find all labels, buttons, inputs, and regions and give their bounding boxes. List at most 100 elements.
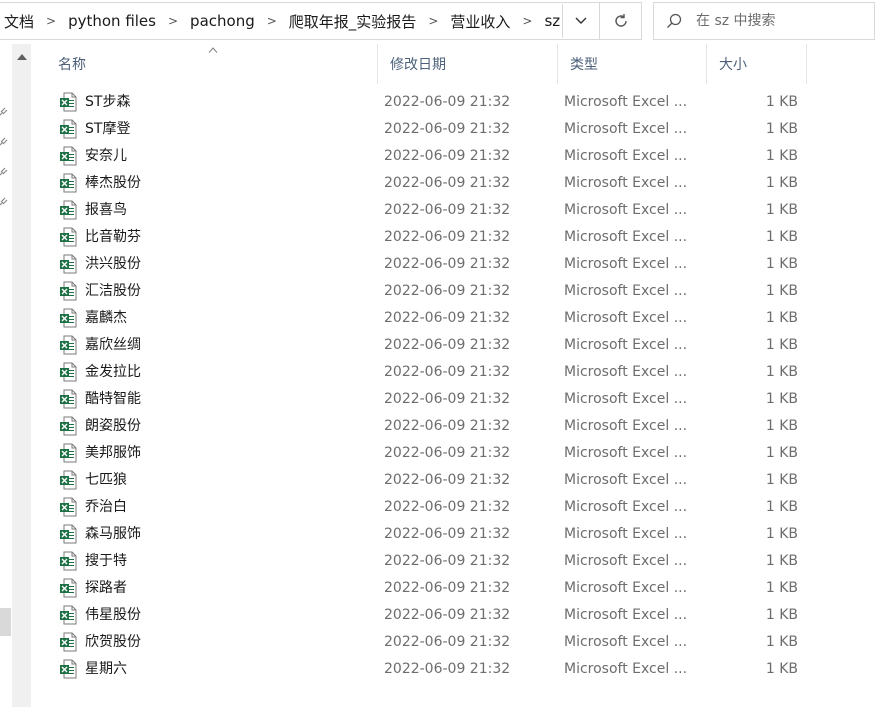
file-row[interactable]: ST步森 2022-06-09 21:32 Microsoft Excel ... 1… (46, 89, 846, 116)
file-row[interactable]: 七匹狼 2022-06-09 21:32 Microsoft Excel ... 1 … (46, 467, 846, 494)
file-name: 探路者 (85, 580, 127, 596)
excel-file-icon (59, 551, 77, 571)
excel-file-icon (59, 308, 77, 328)
file-type: Microsoft Excel ... (564, 499, 688, 515)
excel-file-icon (59, 200, 77, 220)
file-type: Microsoft Excel ... (564, 553, 688, 569)
excel-file-icon (59, 632, 77, 652)
file-modified-date: 2022-06-09 21:32 (384, 607, 511, 623)
file-size: 1 KB (765, 337, 798, 353)
file-row[interactable]: 安奈儿 2022-06-09 21:32 Microsoft Excel ... 1 … (46, 143, 846, 170)
file-size: 1 KB (765, 607, 798, 623)
breadcrumb-item[interactable]: 文档 (0, 11, 38, 32)
file-type: Microsoft Excel ... (564, 229, 688, 245)
file-name: 欣贺股份 (85, 634, 141, 650)
file-row[interactable]: ST摩登 2022-06-09 21:32 Microsoft Excel ... 1… (46, 116, 846, 143)
excel-file-icon (59, 470, 77, 490)
nav-selected-item[interactable] (0, 608, 11, 636)
file-row[interactable]: 森马服饰 2022-06-09 21:32 Microsoft Excel ... 1… (46, 521, 846, 548)
file-row[interactable]: 美邦服饰 2022-06-09 21:32 Microsoft Excel ... 1… (46, 440, 846, 467)
file-type: Microsoft Excel ... (564, 526, 688, 542)
file-name: 森马服饰 (85, 526, 141, 542)
file-modified-date: 2022-06-09 21:32 (384, 418, 511, 434)
file-row[interactable]: 乔治白 2022-06-09 21:32 Microsoft Excel ... 1 … (46, 494, 846, 521)
breadcrumb[interactable]: 文档 > python files > pachong > 爬取年报_实验报告 > 营业收入 > s… (0, 2, 600, 40)
excel-file-icon (59, 524, 77, 544)
file-name: 棒杰股份 (85, 175, 141, 191)
file-row[interactable]: 嘉欣丝绸 2022-06-09 21:32 Microsoft Excel ... 1… (46, 332, 846, 359)
file-type: Microsoft Excel ... (564, 445, 688, 461)
file-size: 1 KB (765, 445, 798, 461)
file-name: 安奈儿 (85, 148, 127, 164)
file-name: 嘉欣丝绸 (85, 337, 141, 353)
breadcrumb-separator-icon[interactable]: > (160, 14, 186, 28)
file-name: 朗姿股份 (85, 418, 141, 434)
file-row[interactable]: 搜于特 2022-06-09 21:32 Microsoft Excel ... 1 … (46, 548, 846, 575)
excel-file-icon (59, 659, 77, 679)
excel-file-icon (59, 443, 77, 463)
breadcrumb-separator-icon[interactable]: > (259, 14, 285, 28)
file-modified-date: 2022-06-09 21:32 (384, 499, 511, 515)
file-list: ST步森 2022-06-09 21:32 Microsoft Excel ... 1… (46, 89, 846, 683)
nav-scrollbar[interactable] (12, 44, 31, 707)
file-size: 1 KB (765, 661, 798, 677)
file-row[interactable]: 洪兴股份 2022-06-09 21:32 Microsoft Excel ... 1… (46, 251, 846, 278)
file-type: Microsoft Excel ... (564, 337, 688, 353)
excel-file-icon (59, 254, 77, 274)
file-modified-date: 2022-06-09 21:32 (384, 175, 511, 191)
file-row[interactable]: 比音勒芬 2022-06-09 21:32 Microsoft Excel ... 1… (46, 224, 846, 251)
file-type: Microsoft Excel ... (564, 472, 688, 488)
breadcrumb-item[interactable]: python files (64, 12, 160, 30)
column-header-date[interactable]: 修改日期 (378, 44, 558, 84)
breadcrumb-separator-icon[interactable]: > (514, 14, 540, 28)
file-row[interactable]: 朗姿股份 2022-06-09 21:32 Microsoft Excel ... 1… (46, 413, 846, 440)
file-type: Microsoft Excel ... (564, 283, 688, 299)
file-row[interactable]: 金发拉比 2022-06-09 21:32 Microsoft Excel ... 1… (46, 359, 846, 386)
file-name: 星期六 (85, 661, 127, 677)
file-row[interactable]: 报喜鸟 2022-06-09 21:32 Microsoft Excel ... 1 … (46, 197, 846, 224)
breadcrumb-item[interactable]: 营业收入 (446, 11, 514, 32)
file-modified-date: 2022-06-09 21:32 (384, 391, 511, 407)
file-size: 1 KB (765, 283, 798, 299)
chevron-down-icon (575, 17, 587, 24)
file-name: 金发拉比 (85, 364, 141, 380)
file-type: Microsoft Excel ... (564, 256, 688, 272)
excel-file-icon (59, 605, 77, 625)
file-row[interactable]: 探路者 2022-06-09 21:32 Microsoft Excel ... 1 … (46, 575, 846, 602)
breadcrumb-item[interactable]: 爬取年报_实验报告 (285, 11, 421, 32)
file-modified-date: 2022-06-09 21:32 (384, 283, 511, 299)
scroll-up-button[interactable] (12, 48, 31, 66)
breadcrumb-separator-icon[interactable]: > (420, 14, 446, 28)
search-box[interactable] (653, 2, 875, 40)
file-size: 1 KB (765, 418, 798, 434)
excel-file-icon (59, 497, 77, 517)
column-header-type[interactable]: 类型 (558, 44, 707, 84)
file-row[interactable]: 嘉麟杰 2022-06-09 21:32 Microsoft Excel ... 1 … (46, 305, 846, 332)
column-header-size[interactable]: 大小 (707, 44, 807, 84)
address-history-button[interactable] (562, 4, 599, 38)
file-modified-date: 2022-06-09 21:32 (384, 661, 511, 677)
excel-file-icon (59, 335, 77, 355)
refresh-button[interactable] (600, 2, 642, 40)
file-type: Microsoft Excel ... (564, 391, 688, 407)
file-row[interactable]: 星期六 2022-06-09 21:32 Microsoft Excel ... 1 … (46, 656, 846, 683)
excel-file-icon (59, 416, 77, 436)
search-input[interactable] (694, 12, 868, 30)
file-row[interactable]: 汇洁股份 2022-06-09 21:32 Microsoft Excel ... 1… (46, 278, 846, 305)
file-row[interactable]: 棒杰股份 2022-06-09 21:32 Microsoft Excel ... 1… (46, 170, 846, 197)
file-modified-date: 2022-06-09 21:32 (384, 553, 511, 569)
file-row[interactable]: 欣贺股份 2022-06-09 21:32 Microsoft Excel ... 1… (46, 629, 846, 656)
pin-icon (0, 137, 8, 146)
file-size: 1 KB (765, 472, 798, 488)
file-name: ST步森 (85, 94, 131, 110)
file-type: Microsoft Excel ... (564, 580, 688, 596)
file-modified-date: 2022-06-09 21:32 (384, 634, 511, 650)
breadcrumb-separator-icon[interactable]: > (38, 14, 64, 28)
file-row[interactable]: 伟星股份 2022-06-09 21:32 Microsoft Excel ... 1… (46, 602, 846, 629)
file-name: 报喜鸟 (85, 202, 127, 218)
breadcrumb-item[interactable]: sz (540, 12, 564, 30)
file-row[interactable]: 酷特智能 2022-06-09 21:32 Microsoft Excel ... 1… (46, 386, 846, 413)
breadcrumb-item[interactable]: pachong (186, 12, 259, 30)
file-type: Microsoft Excel ... (564, 607, 688, 623)
excel-file-icon (59, 92, 77, 112)
